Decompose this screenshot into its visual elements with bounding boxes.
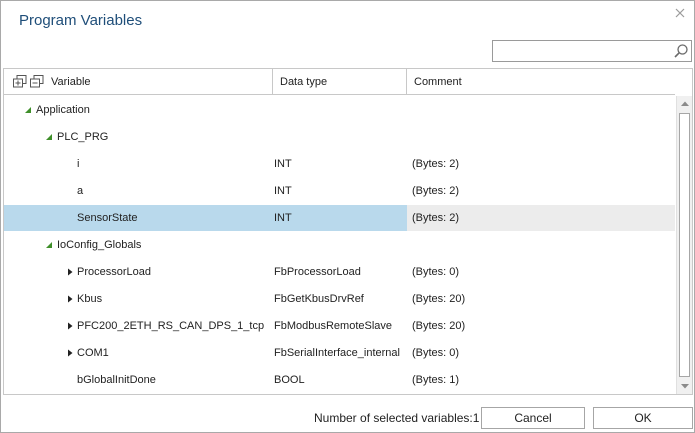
data-type: BOOL xyxy=(274,374,305,386)
search-input[interactable] xyxy=(493,41,669,61)
tree-row-ioconfig-globals[interactable]: IoConfig_Globals xyxy=(4,232,675,258)
variable-name: Kbus xyxy=(77,293,103,305)
scroll-up-arrow-icon[interactable] xyxy=(678,97,692,111)
table-row-kbus[interactable]: Kbus FbGetKbusDrvRef (Bytes: 20) xyxy=(4,286,675,312)
data-type: FbProcessorLoad xyxy=(274,266,361,278)
selected-variables-label: Number of selected variables: xyxy=(314,411,473,425)
expanded-triangle-icon[interactable] xyxy=(45,133,53,141)
collapsed-triangle-icon[interactable] xyxy=(66,322,74,330)
tree-row-application[interactable]: Application xyxy=(4,97,675,123)
ok-button[interactable]: OK xyxy=(593,407,693,429)
close-icon xyxy=(675,8,685,18)
data-type: INT xyxy=(274,185,292,197)
variable-name: PLC_PRG xyxy=(57,131,109,143)
variable-name: COM1 xyxy=(77,347,109,359)
variables-grid: Variable Data type Comment Application P… xyxy=(3,68,693,395)
dialog-title: Program Variables xyxy=(19,12,143,29)
table-row-processorload[interactable]: ProcessorLoad FbProcessorLoad (Bytes: 0) xyxy=(4,259,675,285)
data-type: INT xyxy=(274,158,292,170)
comment: (Bytes: 0) xyxy=(412,266,460,278)
variable-name: ProcessorLoad xyxy=(77,266,151,278)
comment: (Bytes: 2) xyxy=(412,158,460,170)
vertical-scrollbar[interactable] xyxy=(676,96,692,394)
collapsed-triangle-icon[interactable] xyxy=(66,295,74,303)
grid-rows: Application PLC_PRG i INT (Bytes: 2) a I… xyxy=(4,96,675,394)
search-icon[interactable] xyxy=(673,43,689,59)
table-row-i[interactable]: i INT (Bytes: 2) xyxy=(4,151,675,177)
variable-name: Application xyxy=(36,104,90,116)
program-variables-dialog: Program Variables Variable Data type Com… xyxy=(0,0,695,433)
expanded-triangle-icon[interactable] xyxy=(45,241,53,249)
grid-header: Variable Data type Comment xyxy=(4,69,675,95)
tree-row-plc-prg[interactable]: PLC_PRG xyxy=(4,124,675,150)
comment: (Bytes: 0) xyxy=(412,347,460,359)
collapse-all-icon[interactable] xyxy=(30,75,44,88)
variable-name: bGlobalInitDone xyxy=(77,374,156,386)
close-button[interactable] xyxy=(672,6,688,20)
comment: (Bytes: 20) xyxy=(412,320,466,332)
column-header-data-type[interactable]: Data type xyxy=(273,69,407,95)
variable-name: a xyxy=(77,185,84,197)
expanded-triangle-icon[interactable] xyxy=(24,106,32,114)
collapsed-triangle-icon[interactable] xyxy=(66,349,74,357)
comment: (Bytes: 20) xyxy=(412,293,466,305)
search-box xyxy=(492,40,692,62)
data-type: FbSerialInterface_internal xyxy=(274,347,400,359)
selected-variables-count: Number of selected variables:1 xyxy=(314,411,479,425)
cancel-button[interactable]: Cancel xyxy=(481,407,585,429)
selected-variables-value: 1 xyxy=(472,411,480,425)
data-type: FbGetKbusDrvRef xyxy=(274,293,364,305)
table-row-a[interactable]: a INT (Bytes: 2) xyxy=(4,178,675,204)
data-type: INT xyxy=(274,212,292,224)
column-header-variable[interactable]: Variable xyxy=(4,69,273,95)
table-row-bglobalinitdone[interactable]: bGlobalInitDone BOOL (Bytes: 1) xyxy=(4,367,675,393)
collapsed-triangle-icon[interactable] xyxy=(66,268,74,276)
scrollbar-thumb[interactable] xyxy=(679,113,690,377)
expand-all-icon[interactable] xyxy=(13,75,27,88)
table-row-pfc200[interactable]: PFC200_2ETH_RS_CAN_DPS_1_tcp FbModbusRem… xyxy=(4,313,675,339)
variable-name: PFC200_2ETH_RS_CAN_DPS_1_tcp xyxy=(77,320,265,332)
scroll-down-arrow-icon[interactable] xyxy=(678,379,692,393)
variable-name: SensorState xyxy=(77,212,138,224)
column-header-comment[interactable]: Comment xyxy=(407,69,675,95)
data-type: FbModbusRemoteSlave xyxy=(274,320,393,332)
comment: (Bytes: 2) xyxy=(412,212,460,224)
variable-name: i xyxy=(77,158,80,170)
comment: (Bytes: 1) xyxy=(412,374,460,386)
variable-name: IoConfig_Globals xyxy=(57,239,142,251)
comment: (Bytes: 2) xyxy=(412,185,460,197)
table-row-sensorstate-selected[interactable]: SensorState INT (Bytes: 2) xyxy=(4,205,675,231)
table-row-com1[interactable]: COM1 FbSerialInterface_internal (Bytes: … xyxy=(4,340,675,366)
